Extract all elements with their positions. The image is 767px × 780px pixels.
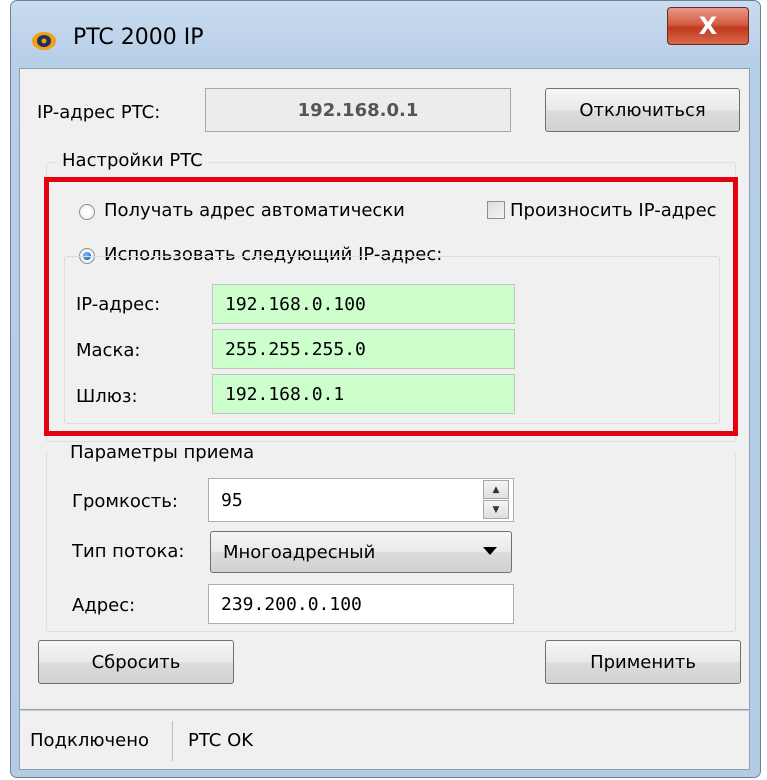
ptc-ip-label: IP-адрес PTC: <box>37 102 161 123</box>
ip-address-label: IP-адрес: <box>76 294 161 315</box>
volume-input[interactable]: 95 <box>208 478 514 522</box>
close-icon: X <box>698 12 718 40</box>
device-status: PTC OK <box>188 729 254 751</box>
chevron-down-icon <box>483 547 497 555</box>
settings-group-title: Настройки PTC <box>56 150 209 171</box>
subnet-mask-label: Маска: <box>76 340 141 361</box>
spin-down-icon[interactable]: ▼ <box>483 500 509 519</box>
ptc-app-icon <box>32 32 56 50</box>
ip-address-input[interactable]: 192.168.0.100 <box>212 284 515 324</box>
stream-type-label: Тип потока: <box>72 541 185 562</box>
stream-address-input[interactable]: 239.200.0.100 <box>208 584 514 624</box>
gateway-input[interactable]: 192.168.0.1 <box>212 374 515 414</box>
volume-label: Громкость: <box>72 491 178 512</box>
announce-ip-checkbox[interactable] <box>487 201 505 219</box>
announce-ip-label[interactable]: Произносить IP-адрес <box>510 200 717 221</box>
receive-group-title: Параметры приема <box>64 442 261 463</box>
status-separator <box>172 721 173 761</box>
spin-up-icon[interactable]: ▲ <box>483 480 509 499</box>
ptc-ip-value: 192.168.0.1 <box>297 99 419 121</box>
auto-address-radio[interactable] <box>79 204 95 220</box>
volume-spinner[interactable]: ▲ ▼ <box>483 480 509 520</box>
stream-address-label: Адрес: <box>72 595 136 616</box>
close-button[interactable]: X <box>667 7 749 45</box>
window-title: PTC 2000 IP <box>73 25 204 50</box>
subnet-mask-input[interactable]: 255.255.255.0 <box>212 329 515 369</box>
apply-button[interactable]: Применить <box>545 640 741 684</box>
status-bar: Подключено PTC OK <box>19 710 750 770</box>
ptc-ip-field: 192.168.0.1 <box>205 88 511 132</box>
stream-type-value: Многоадресный <box>223 541 376 563</box>
connection-status: Подключено <box>30 729 150 751</box>
title-bar[interactable]: PTC 2000 IP X <box>11 1 760 69</box>
auto-address-label[interactable]: Получать адрес автоматически <box>104 200 405 221</box>
gateway-label: Шлюз: <box>76 386 138 407</box>
disconnect-button[interactable]: Отключиться <box>545 88 740 132</box>
reset-button[interactable]: Сбросить <box>38 640 234 684</box>
stream-type-select[interactable]: Многоадресный <box>210 531 512 573</box>
